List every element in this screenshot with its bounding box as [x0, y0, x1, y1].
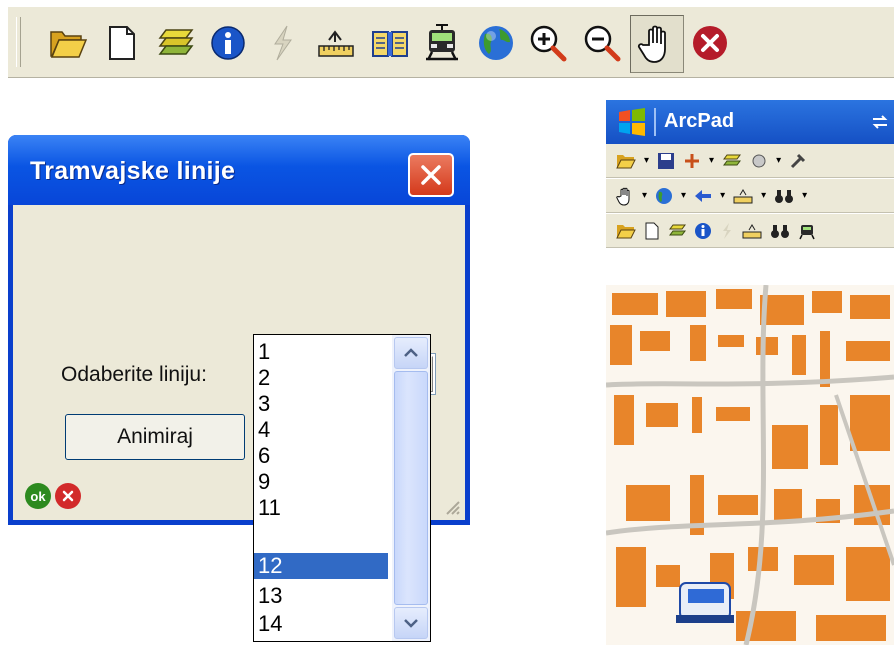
find-binoculars-icon[interactable] [770, 223, 790, 239]
list-item[interactable]: 3 [254, 391, 388, 417]
new-document-icon [109, 26, 135, 60]
layers-icon[interactable] [722, 152, 742, 170]
open-folder-icon [50, 31, 87, 58]
chevron-down-icon [404, 619, 418, 628]
title-separator [654, 108, 656, 136]
close-icon [421, 165, 441, 185]
animate-button[interactable]: Animiraj [65, 414, 245, 460]
layers-button[interactable] [154, 21, 198, 65]
cancel-icon [62, 490, 74, 502]
main-toolbar [8, 6, 894, 78]
windows-logo-icon[interactable] [616, 106, 648, 138]
close-map-button[interactable] [688, 21, 732, 65]
layers-icon [158, 29, 194, 55]
resize-grip-icon[interactable] [443, 498, 461, 516]
globe-icon [479, 26, 513, 60]
scroll-down-button[interactable] [394, 607, 428, 639]
tram-icon [426, 24, 458, 61]
save-icon[interactable] [657, 152, 675, 170]
measure-icon[interactable] [742, 222, 762, 240]
line-options-list: 1 2 3 4 6 9 11 12 13 14 [253, 334, 431, 642]
list-scrollbar[interactable] [392, 335, 430, 641]
list-item[interactable]: 9 [254, 469, 388, 495]
edit-icon[interactable] [750, 152, 768, 170]
open-folder-icon[interactable] [616, 152, 636, 170]
line-select-label: Odaberite liniju: [61, 363, 207, 386]
arcpad-toolbar-row-3 [606, 214, 894, 248]
find-binoculars-icon[interactable] [774, 188, 794, 204]
pan-hand-icon [637, 25, 666, 63]
scroll-up-button[interactable] [394, 337, 428, 369]
zoom-in-icon [530, 25, 567, 62]
arcpad-app-name: ArcPad [664, 110, 735, 132]
open-folder-button[interactable] [46, 21, 90, 65]
lightning-button[interactable] [260, 21, 304, 65]
list-item[interactable]: 1 [254, 339, 388, 365]
info-icon[interactable] [694, 222, 712, 240]
zoom-in-button[interactable] [526, 21, 570, 65]
book-icon [372, 31, 408, 57]
back-arrow-icon[interactable] [694, 188, 712, 204]
ok-button[interactable]: ok [25, 483, 51, 509]
lightning-icon[interactable] [720, 222, 734, 240]
list-item[interactable]: 4 [254, 417, 388, 443]
cancel-button[interactable] [55, 483, 81, 509]
open-folder-icon[interactable] [616, 222, 636, 240]
arcpad-toolbar-row-1: ▾ ▾ ▾ [606, 144, 894, 178]
globe-button[interactable] [474, 21, 518, 65]
pan-hand-icon[interactable] [616, 186, 634, 206]
tram-button[interactable] [420, 21, 464, 65]
scrollbar-thumb[interactable] [394, 371, 428, 605]
pan-hand-button[interactable] [630, 15, 684, 73]
book-button[interactable] [368, 21, 412, 65]
new-document-icon[interactable] [644, 222, 660, 240]
arcpad-toolbar-row-2: ▾ ▾ ▾ ▾ ▾ [606, 179, 894, 213]
lightning-icon [274, 25, 292, 61]
close-icon [693, 26, 727, 60]
info-button[interactable] [206, 21, 250, 65]
city-map[interactable] [606, 285, 894, 645]
new-document-button[interactable] [100, 21, 144, 65]
list-item[interactable]: 14 [254, 611, 388, 637]
tools-icon[interactable] [789, 152, 807, 170]
list-item-selected[interactable]: 12 [254, 553, 388, 579]
globe-icon[interactable] [655, 187, 673, 205]
tram-marker-icon[interactable] [676, 582, 734, 623]
tram-icon[interactable] [798, 222, 816, 240]
zoom-out-button[interactable] [580, 21, 624, 65]
connectivity-icon[interactable] [870, 112, 890, 132]
measure-icon [318, 30, 354, 57]
list-item[interactable]: 13 [254, 583, 388, 609]
list-item[interactable]: 11 [254, 495, 388, 521]
list-item[interactable]: 6 [254, 443, 388, 469]
measure-button[interactable] [314, 21, 358, 65]
info-icon [211, 26, 245, 60]
layers-icon[interactable] [668, 222, 686, 240]
arcpad-title-bar: ArcPad [606, 100, 894, 144]
dialog-title: Tramvajske linije [30, 157, 236, 185]
zoom-out-icon [584, 25, 621, 62]
list-item[interactable]: 2 [254, 365, 388, 391]
measure-icon[interactable] [733, 187, 753, 205]
add-point-icon[interactable] [683, 152, 701, 170]
chevron-up-icon [404, 348, 418, 357]
dialog-close-button[interactable] [408, 153, 454, 197]
toolbar-grip[interactable] [16, 17, 21, 67]
arcpad-device-screen: ArcPad ▾ ▾ ▾ ▾ ▾ ▾ ▾ ▾ [606, 100, 894, 645]
